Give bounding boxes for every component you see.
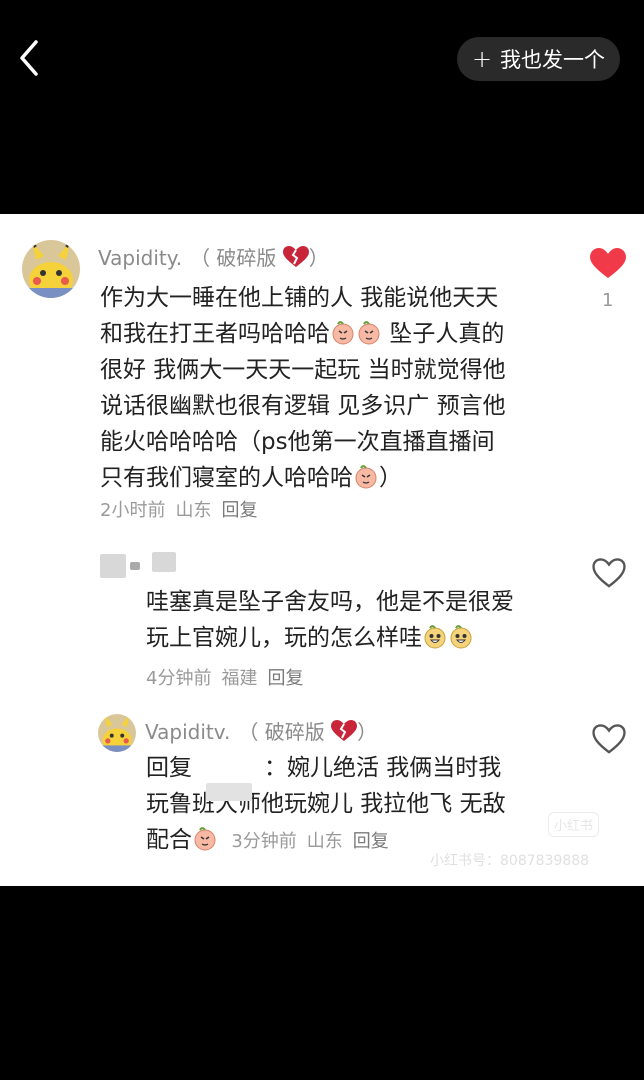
back-icon[interactable] <box>14 38 44 78</box>
text-line: 说话很幽默也很有逻辑 见多识广 预言他 <box>100 393 506 419</box>
comment-meta: 4分钟前 福建 回复 <box>146 664 313 690</box>
top-bar: + 我也发一个 <box>0 0 644 214</box>
text-line: 能火哈哈哈哈（ps他第一次直播直播间 <box>100 429 495 455</box>
text-segment: 配合 <box>146 827 192 853</box>
text-line: 和我在打王者吗哈哈哈 坠子人真的 <box>100 316 506 352</box>
peach-emoji-icon <box>354 464 378 489</box>
grinning-emoji-icon <box>423 624 447 649</box>
comment-meta: 2小时前 山东 回复 <box>100 496 267 522</box>
reply-button[interactable]: 回复 <box>353 831 389 852</box>
text-segment: 只有我们寝室的人哈哈哈 <box>100 465 353 491</box>
text-line: 回复 ：婉儿绝活 我俩当时我 <box>146 750 506 801</box>
comment-meta: 3分钟前 山东 回复 <box>231 831 398 852</box>
comments-card: Vapidity. （ 破碎版 ） 1 作为大一睡在他上铺的人 我能说他天天 和我… <box>0 214 644 886</box>
like-count: 1 <box>602 290 614 311</box>
comment-text: 回复 ：婉儿绝活 我俩当时我 玩鲁班大师他玩婉儿 我拉他飞 无敌 配合 3分钟前山… <box>146 750 506 860</box>
comment-author[interactable]: Vapiditv. （ 破碎版 ） <box>145 716 377 747</box>
avatar[interactable] <box>98 714 136 752</box>
author-tag: （ 破碎版 <box>238 720 325 744</box>
text-segment: 坠子人真的 <box>389 321 505 347</box>
text-segment: 玩上官婉儿，玩的怎么样哇 <box>146 625 422 651</box>
post-button-label: 我也发一个 <box>500 48 606 72</box>
broken-heart-icon <box>282 246 309 273</box>
blurred-avatar[interactable] <box>100 554 126 578</box>
like-heart-icon[interactable] <box>590 248 626 284</box>
comment-time: 2小时前 <box>100 500 166 521</box>
watermark-text: 小红书号：8087839888 <box>430 853 590 869</box>
reply-prefix: 回复 <box>146 755 192 781</box>
comment-time: 3分钟前 <box>231 831 297 852</box>
bottom-area <box>0 886 644 1080</box>
text-line: 作为大一睡在他上铺的人 我能说他天天 <box>100 285 499 311</box>
comment-text: 作为大一睡在他上铺的人 我能说他天天 和我在打王者吗哈哈哈 坠子人真的 很好 我… <box>100 280 506 496</box>
watermark-logo: 小红书 <box>548 812 600 837</box>
comment-text: 哇塞真是坠子舍友吗，他是不是很爱 玩上官婉儿，玩的怎么样哇 <box>146 584 514 656</box>
author-tag-close: ） <box>308 246 329 270</box>
text-line: 哇塞真是坠子舍友吗，他是不是很爱 <box>146 589 514 615</box>
text-segment: ：婉儿绝活 我俩当时我 <box>264 755 502 781</box>
plus-icon: + <box>471 45 493 73</box>
post-button[interactable]: + 我也发一个 <box>457 37 620 81</box>
peach-emoji-icon <box>193 826 217 851</box>
comment-location: 山东 <box>306 831 343 852</box>
comment-time: 4分钟前 <box>146 668 212 689</box>
blurred-name <box>130 562 140 570</box>
text-line: 玩鲁班大师他玩婉儿 我拉他飞 无敌 <box>146 791 506 817</box>
peach-emoji-icon <box>331 320 355 345</box>
broken-heart-icon <box>331 720 358 747</box>
comment-author[interactable]: Vapidity. （ 破碎版 ） <box>98 242 329 273</box>
author-tag: （ 破碎版 <box>190 246 277 270</box>
text-segment: 和我在打王者吗哈哈哈 <box>100 321 330 347</box>
author-tag-close: ） <box>357 720 378 744</box>
reply-button[interactable]: 回复 <box>221 500 257 521</box>
like-heart-outline-icon[interactable] <box>592 558 626 592</box>
comment-location: 福建 <box>221 668 258 689</box>
avatar[interactable] <box>22 240 80 298</box>
author-name[interactable]: Vapiditv. <box>145 720 230 744</box>
grinning-emoji-icon <box>449 624 473 649</box>
text-line: 只有我们寝室的人哈哈哈 ） <box>100 460 506 496</box>
text-segment: ） <box>379 465 402 491</box>
like-heart-outline-icon[interactable] <box>592 724 626 758</box>
blurred-name <box>152 552 176 572</box>
author-name[interactable]: Vapidity. <box>98 246 182 270</box>
peach-emoji-icon <box>357 320 381 345</box>
reply-button[interactable]: 回复 <box>267 668 303 689</box>
comment-location: 山东 <box>175 500 212 521</box>
text-line: 很好 我俩大一天天一起玩 当时就觉得他 <box>100 357 506 383</box>
text-line: 玩上官婉儿，玩的怎么样哇 <box>146 620 514 656</box>
